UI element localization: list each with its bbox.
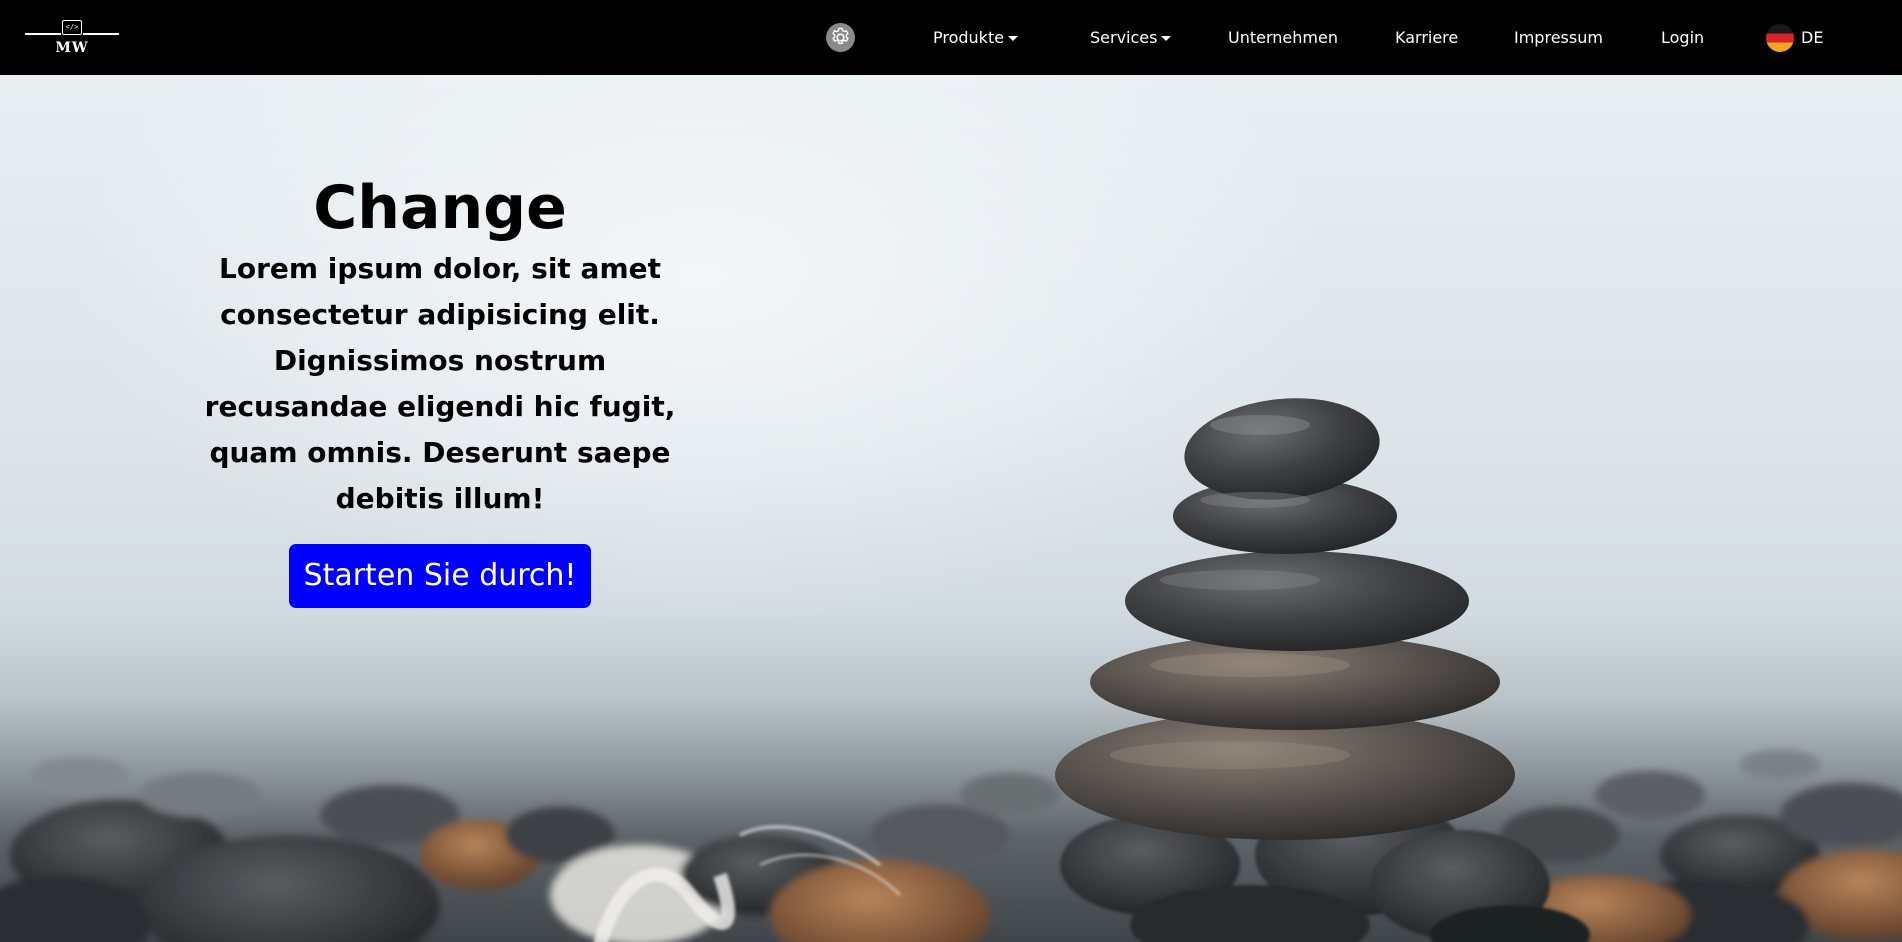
germany-flag-icon <box>1766 23 1794 52</box>
nav-impressum[interactable]: Impressum <box>1514 0 1603 75</box>
nav-login[interactable]: Login <box>1661 0 1704 75</box>
nav-unternehmen[interactable]: Unternehmen <box>1228 0 1338 75</box>
language-code: DE <box>1801 28 1824 47</box>
stone-stack <box>1055 398 1515 840</box>
hero-content: Change Lorem ipsum dolor, sit amet conse… <box>180 170 700 608</box>
nav-karriere[interactable]: Karriere <box>1395 0 1458 75</box>
nav-produkte-label: Produkte <box>933 28 1005 47</box>
nav-impressum-label: Impressum <box>1514 28 1603 47</box>
nav-produkte[interactable]: Produkte <box>933 0 1019 75</box>
logo-text: MW <box>55 40 89 56</box>
caret-down-icon <box>1161 36 1172 41</box>
nav-services[interactable]: Services <box>1090 0 1172 75</box>
settings-button[interactable] <box>826 23 855 52</box>
hero-title: Change <box>313 173 567 243</box>
navbar: </> MW Produkte Services Unternehmen Kar… <box>0 0 1902 75</box>
nav-karriere-label: Karriere <box>1395 28 1459 47</box>
nav-services-label: Services <box>1090 28 1158 47</box>
hero-section: Change Lorem ipsum dolor, sit amet conse… <box>0 75 1902 942</box>
code-icon: </> <box>62 20 82 35</box>
pebble-field <box>0 750 1902 942</box>
brand-logo[interactable]: </> MW <box>25 18 119 58</box>
gear-icon <box>832 27 849 45</box>
logo-line-left <box>25 33 61 35</box>
caret-down-icon <box>1008 36 1019 41</box>
nav-login-label: Login <box>1661 28 1705 47</box>
logo-line-right <box>83 33 119 35</box>
hero-text: Lorem ipsum dolor, sit amet consectetur … <box>204 252 676 515</box>
language-switcher[interactable]: DE <box>1766 0 1823 75</box>
cta-button[interactable]: Starten Sie durch! <box>288 544 592 608</box>
nav-unternehmen-label: Unternehmen <box>1228 28 1338 47</box>
